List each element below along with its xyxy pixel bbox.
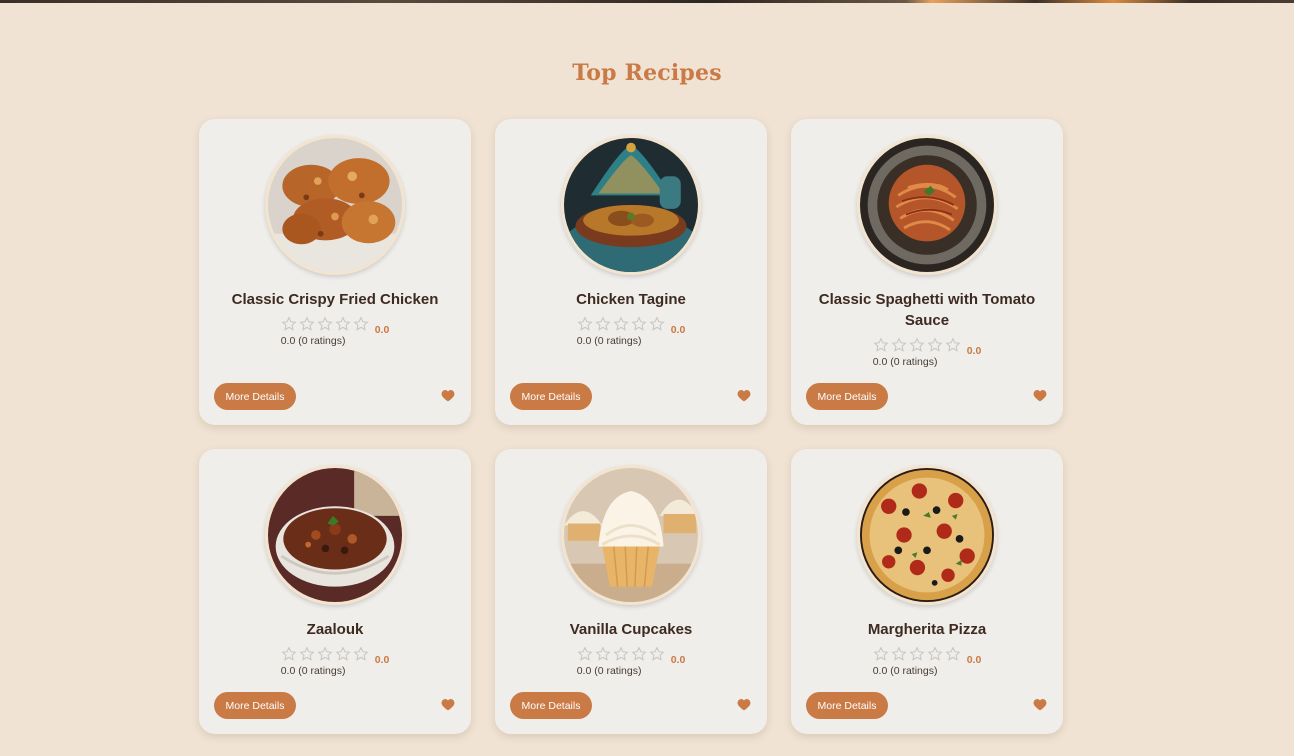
star-icon[interactable]: [317, 646, 333, 662]
rating-count: 0.0 (0 ratings): [872, 356, 938, 368]
recipe-title: Margherita Pizza: [867, 621, 987, 638]
star-icon[interactable]: [577, 316, 593, 332]
recipe-card: Zaalouk 0.0 (0 ratings) 0.0 More Details: [199, 449, 471, 734]
star-icon[interactable]: [891, 646, 907, 662]
star-rating[interactable]: [873, 646, 961, 662]
more-details-button[interactable]: More Details: [510, 383, 592, 410]
recipe-card: Margherita Pizza 0.0 (0 ratings) 0.0 Mor…: [791, 449, 1063, 734]
star-icon[interactable]: [631, 646, 647, 662]
more-details-button[interactable]: More Details: [214, 692, 296, 719]
recipe-title: Classic Crispy Fried Chicken: [231, 291, 439, 308]
recipe-image[interactable]: [857, 135, 997, 275]
rating-count: 0.0 (0 ratings): [280, 665, 346, 677]
star-icon[interactable]: [335, 646, 351, 662]
star-icon[interactable]: [649, 316, 665, 332]
recipe-image[interactable]: [561, 465, 701, 605]
recipe-title: Classic Spaghetti with Tomato Sauce: [818, 291, 1036, 329]
star-icon[interactable]: [577, 646, 593, 662]
star-icon[interactable]: [909, 337, 925, 353]
star-icon[interactable]: [873, 337, 889, 353]
star-icon[interactable]: [927, 646, 943, 662]
rating-value: 0.0: [966, 654, 982, 666]
more-details-button[interactable]: More Details: [510, 692, 592, 719]
star-rating[interactable]: [873, 337, 961, 353]
star-icon[interactable]: [891, 337, 907, 353]
heart-icon[interactable]: [441, 698, 455, 711]
star-icon[interactable]: [281, 316, 297, 332]
rating-value: 0.0: [966, 345, 982, 357]
recipe-title: Chicken Tagine: [576, 291, 686, 308]
star-rating[interactable]: [577, 646, 665, 662]
recipe-title: Vanilla Cupcakes: [569, 621, 693, 638]
heart-icon[interactable]: [737, 698, 751, 711]
rating-value: 0.0: [374, 324, 390, 336]
rating: 0.0 (0 ratings) 0.0: [199, 316, 471, 347]
star-icon[interactable]: [299, 316, 315, 332]
recipe-card: Classic Spaghetti with Tomato Sauce 0.0 …: [791, 119, 1063, 425]
rating: 0.0 (0 ratings) 0.0: [791, 646, 1063, 677]
recipe-card: Chicken Tagine 0.0 (0 ratings) 0.0 More …: [495, 119, 767, 425]
rating-count: 0.0 (0 ratings): [872, 665, 938, 677]
star-icon[interactable]: [353, 316, 369, 332]
star-icon[interactable]: [595, 316, 611, 332]
heart-icon[interactable]: [1033, 698, 1047, 711]
recipe-card: Classic Crispy Fried Chicken 0.0 (0 rati…: [199, 119, 471, 425]
star-icon[interactable]: [613, 316, 629, 332]
more-details-button[interactable]: More Details: [806, 383, 888, 410]
recipe-image[interactable]: [857, 465, 997, 605]
rating: 0.0 (0 ratings) 0.0: [199, 646, 471, 677]
rating-count: 0.0 (0 ratings): [576, 665, 642, 677]
recipe-card: Vanilla Cupcakes 0.0 (0 ratings) 0.0 Mor…: [495, 449, 767, 734]
heart-icon[interactable]: [737, 389, 751, 402]
recipe-grid: Classic Crispy Fried Chicken 0.0 (0 rati…: [199, 119, 1063, 734]
star-icon[interactable]: [927, 337, 943, 353]
heart-icon[interactable]: [441, 389, 455, 402]
star-icon[interactable]: [909, 646, 925, 662]
recipe-title: Zaalouk: [306, 621, 364, 638]
rating-value: 0.0: [670, 324, 686, 336]
star-icon[interactable]: [631, 316, 647, 332]
star-icon[interactable]: [649, 646, 665, 662]
star-rating[interactable]: [281, 316, 369, 332]
more-details-button[interactable]: More Details: [806, 692, 888, 719]
rating: 0.0 (0 ratings) 0.0: [495, 646, 767, 677]
recipe-image[interactable]: [265, 135, 405, 275]
star-icon[interactable]: [281, 646, 297, 662]
hero-image-strip: [0, 0, 1294, 3]
recipe-image[interactable]: [561, 135, 701, 275]
star-icon[interactable]: [613, 646, 629, 662]
star-icon[interactable]: [945, 646, 961, 662]
star-icon[interactable]: [317, 316, 333, 332]
rating: 0.0 (0 ratings) 0.0: [495, 316, 767, 347]
section-title: Top Recipes: [572, 60, 722, 86]
star-icon[interactable]: [945, 337, 961, 353]
star-rating[interactable]: [281, 646, 369, 662]
rating-count: 0.0 (0 ratings): [280, 335, 346, 347]
rating-count: 0.0 (0 ratings): [576, 335, 642, 347]
rating-value: 0.0: [670, 654, 686, 666]
heart-icon[interactable]: [1033, 389, 1047, 402]
rating-value: 0.0: [374, 654, 390, 666]
star-icon[interactable]: [335, 316, 351, 332]
recipe-image[interactable]: [265, 465, 405, 605]
star-rating[interactable]: [577, 316, 665, 332]
star-icon[interactable]: [353, 646, 369, 662]
star-icon[interactable]: [873, 646, 889, 662]
more-details-button[interactable]: More Details: [214, 383, 296, 410]
rating: 0.0 (0 ratings) 0.0: [791, 337, 1063, 368]
star-icon[interactable]: [595, 646, 611, 662]
star-icon[interactable]: [299, 646, 315, 662]
